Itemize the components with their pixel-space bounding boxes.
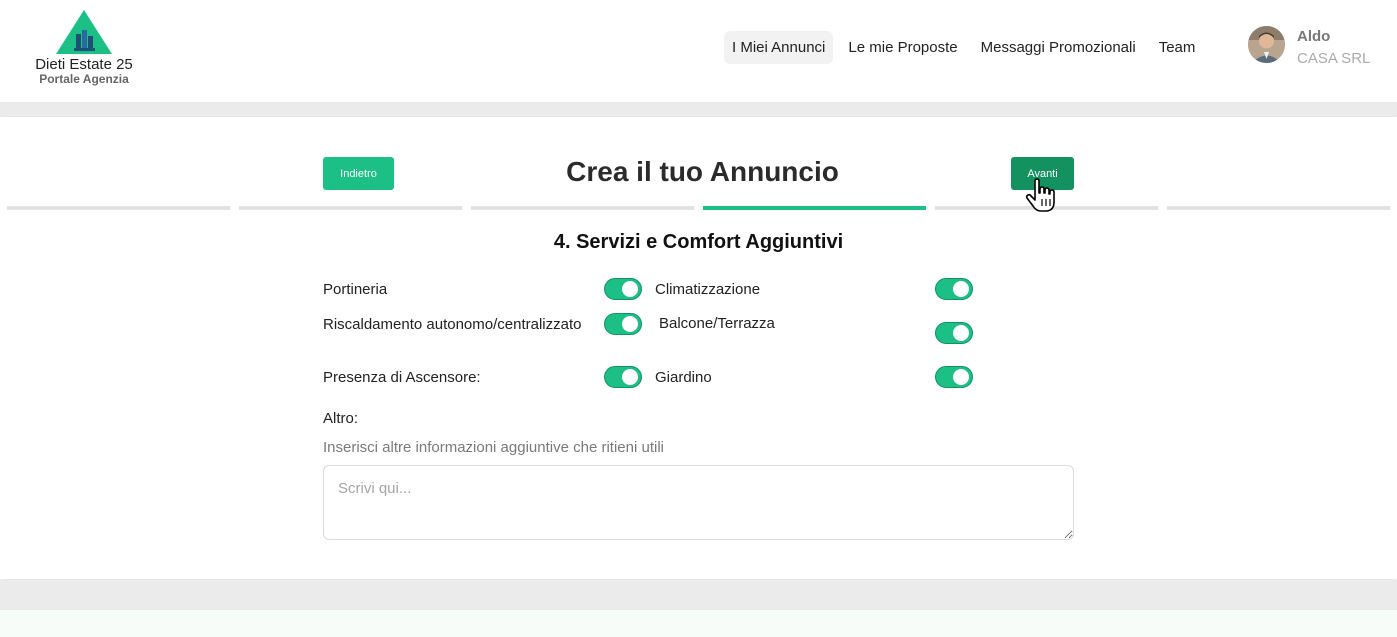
footer-area xyxy=(0,610,1397,637)
service-label-giardino: Giardino xyxy=(655,369,712,386)
other-info-textarea[interactable] xyxy=(323,465,1074,540)
header-divider-band xyxy=(0,102,1397,117)
step-indicator-3 xyxy=(471,206,694,210)
service-label-portineria: Portineria xyxy=(323,281,388,298)
toggle-knob xyxy=(622,369,638,385)
toggle-portineria[interactable] xyxy=(604,278,642,300)
app-header: Dieti Estate 25 Portale Agenzia I Miei A… xyxy=(0,0,1397,102)
page-title: Crea il tuo Annuncio xyxy=(566,156,839,187)
other-label: Altro: xyxy=(323,410,359,427)
next-button[interactable]: Avanti xyxy=(1011,157,1074,190)
step-indicator-4 xyxy=(703,206,926,210)
step-indicator-5 xyxy=(935,206,1158,210)
toggle-balcone[interactable] xyxy=(935,322,973,344)
building-logo-icon xyxy=(56,10,112,54)
service-label-climatizzazione: Climatizzazione xyxy=(655,281,761,298)
service-label-riscaldamento: Riscaldamento autonomo/centralizzato xyxy=(323,316,582,333)
other-hint: Inserisci altre informazioni aggiuntive … xyxy=(323,439,664,456)
toggle-knob xyxy=(953,369,969,385)
footer-divider-band xyxy=(0,580,1397,610)
brand-subtitle: Portale Agenzia xyxy=(39,72,129,86)
main-nav: I Miei Annunci Le mie Proposte Messaggi … xyxy=(724,31,1204,64)
toggle-ascensore[interactable] xyxy=(604,366,642,388)
toggle-knob xyxy=(622,316,638,332)
brand-logo[interactable]: Dieti Estate 25 Portale Agenzia xyxy=(28,8,140,86)
user-name: Aldo xyxy=(1297,28,1331,45)
toggle-knob xyxy=(953,325,969,341)
step-indicator-1 xyxy=(7,206,230,210)
avatar[interactable] xyxy=(1248,26,1285,63)
step-indicator-6 xyxy=(1167,206,1390,210)
nav-item-messaggi-promozionali[interactable]: Messaggi Promozionali xyxy=(973,31,1144,64)
nav-item-team[interactable]: Team xyxy=(1151,31,1197,64)
user-menu[interactable]: Aldo CASA SRL xyxy=(1248,26,1370,67)
toggle-riscaldamento[interactable] xyxy=(604,313,642,335)
nav-item-mie-proposte[interactable]: Le mie Proposte xyxy=(840,31,965,64)
step-indicator-2 xyxy=(239,206,462,210)
service-label-balcone: Balcone/Terrazza xyxy=(659,315,775,332)
user-company: CASA SRL xyxy=(1297,50,1371,67)
brand-name: Dieti Estate 25 xyxy=(35,56,133,73)
nav-item-miei-annunci[interactable]: I Miei Annunci xyxy=(724,31,834,64)
toggle-giardino[interactable] xyxy=(935,366,973,388)
toggle-knob xyxy=(622,281,638,297)
service-label-ascensore: Presenza di Ascensore: xyxy=(323,369,481,386)
toggle-knob xyxy=(953,281,969,297)
step-progress xyxy=(7,206,1391,211)
section-title: 4. Servizi e Comfort Aggiuntivi xyxy=(553,231,844,253)
toggle-climatizzazione[interactable] xyxy=(935,278,973,300)
back-button[interactable]: Indietro xyxy=(323,157,394,190)
